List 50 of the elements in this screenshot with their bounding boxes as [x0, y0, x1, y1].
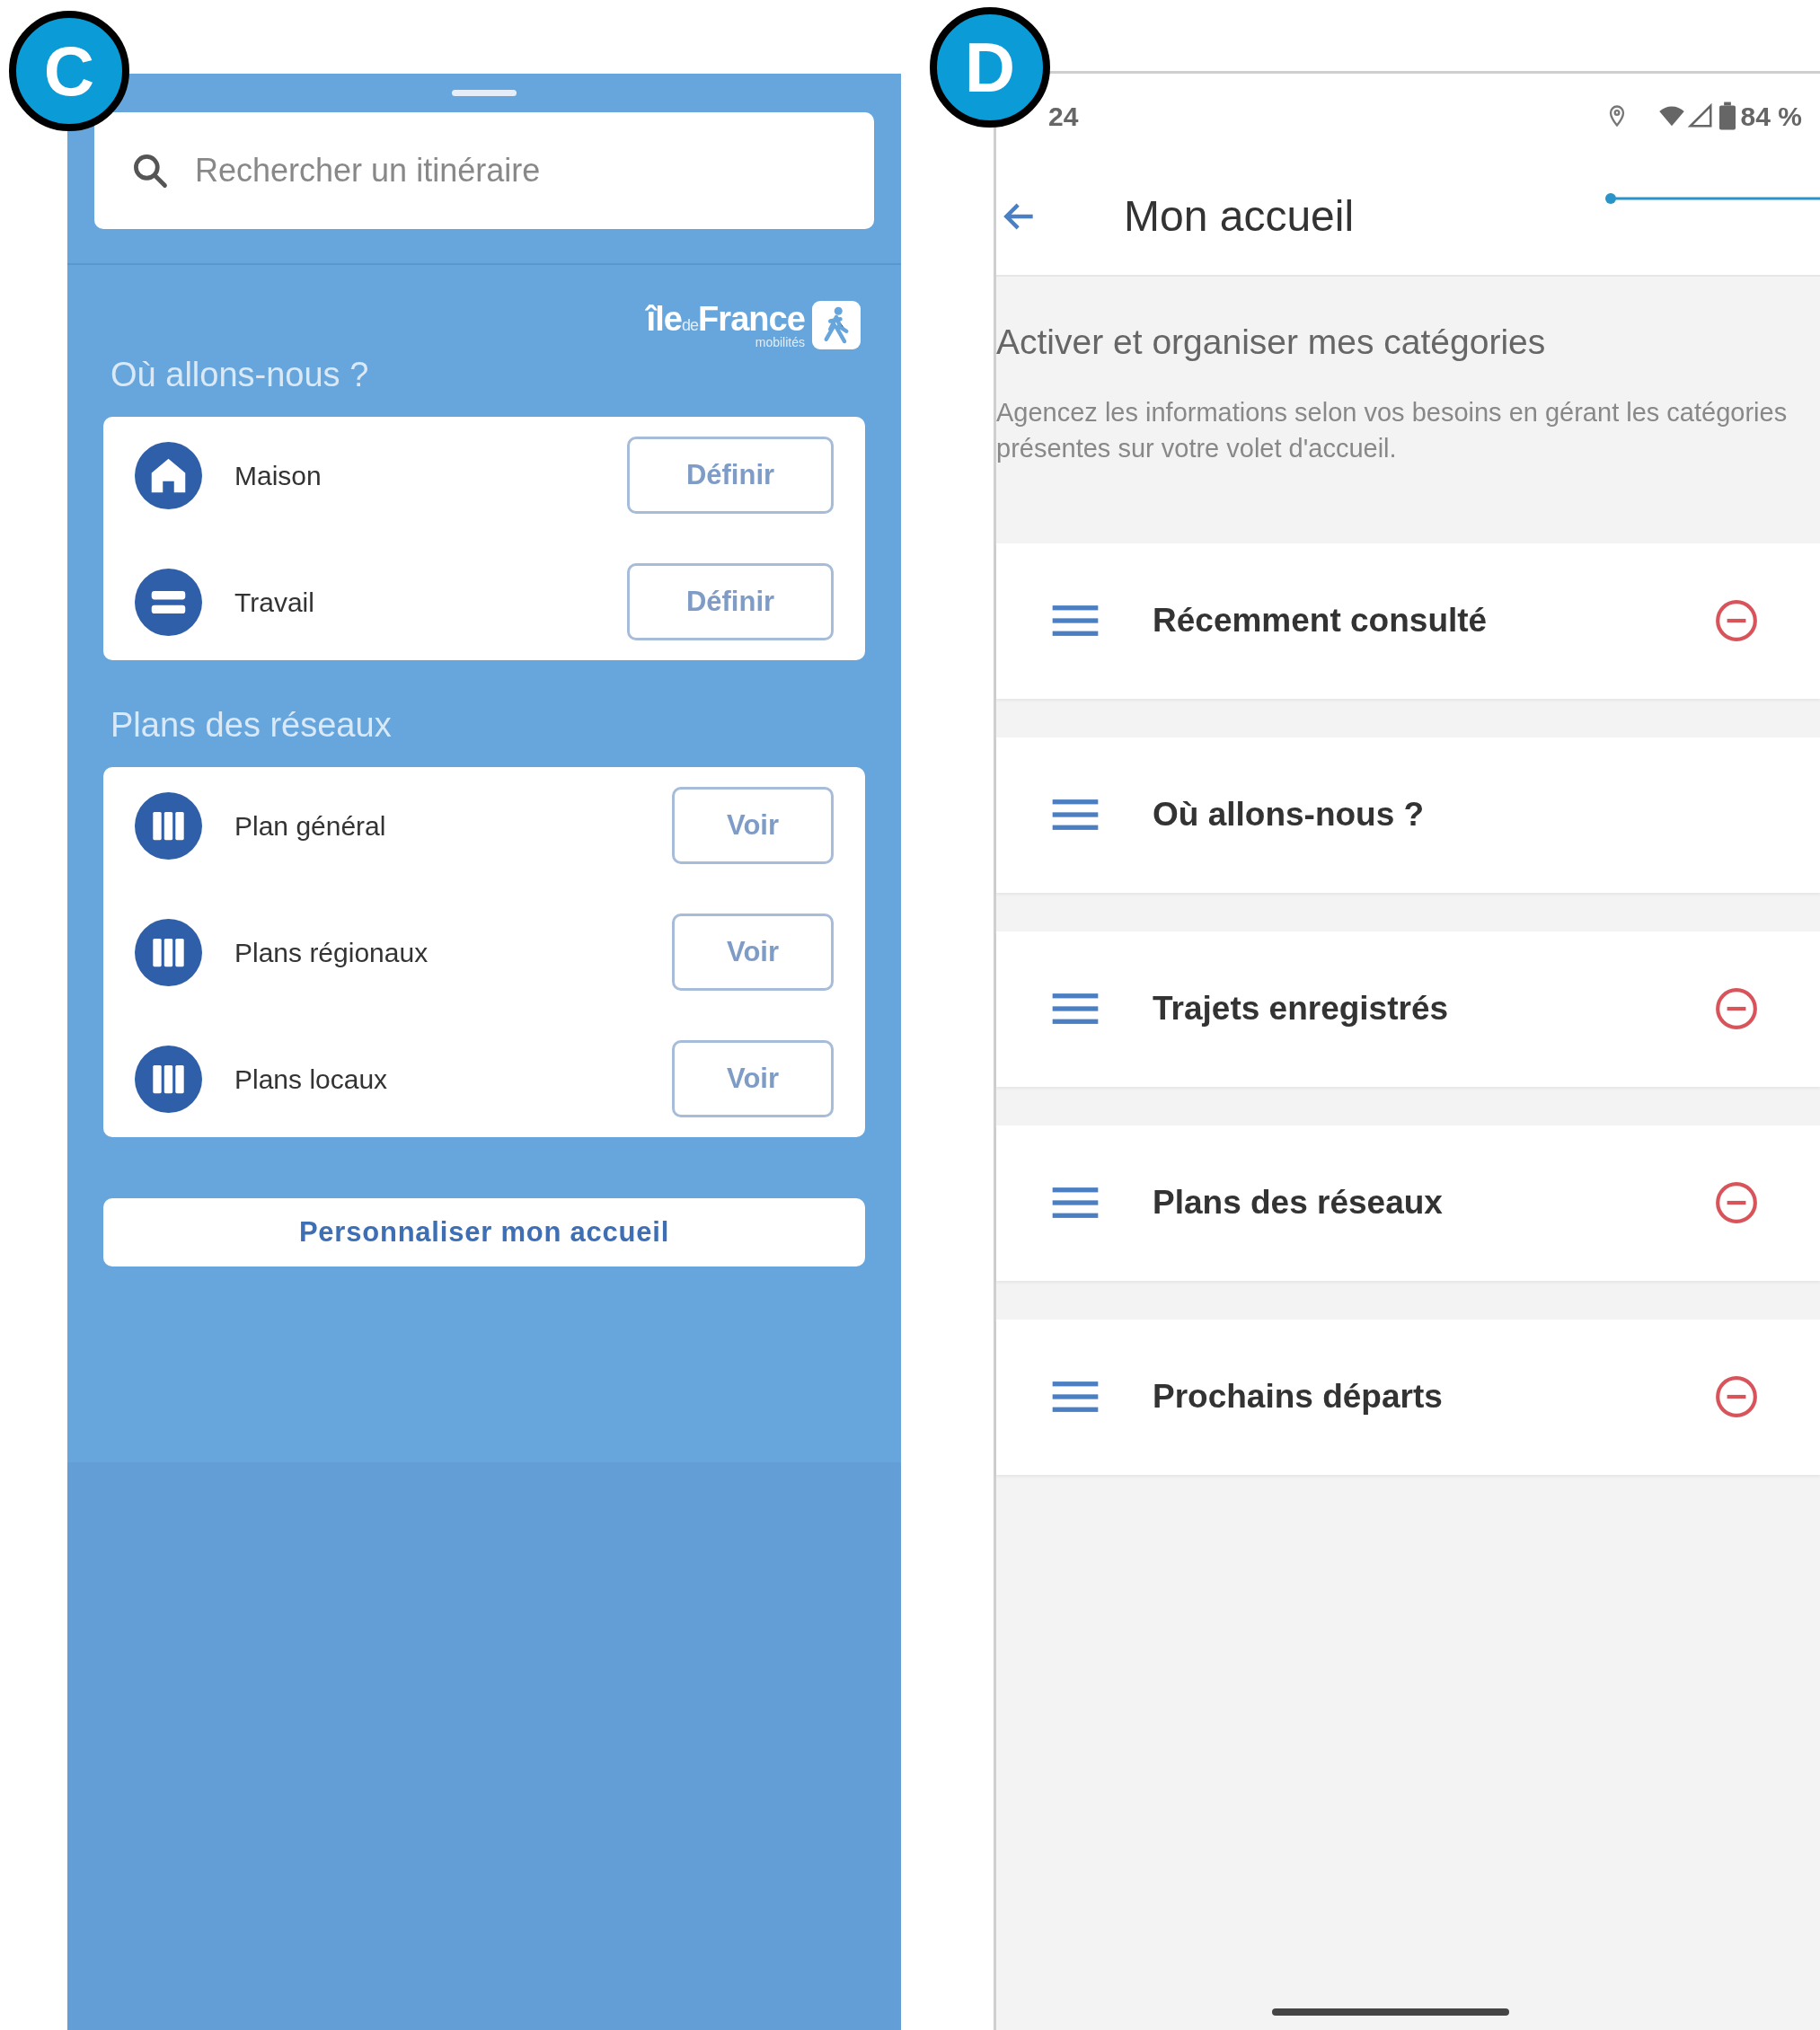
section-title: Où allons-nous ?: [110, 355, 369, 395]
customize-button[interactable]: Personnaliser mon accueil: [103, 1198, 865, 1267]
drag-handle-icon[interactable]: [1052, 1186, 1099, 1220]
house-icon: [135, 441, 202, 509]
drag-handle-icon[interactable]: [1052, 798, 1099, 832]
category-label: Trajets enregistrés: [1153, 989, 1450, 1029]
signal-icon: [1686, 102, 1714, 129]
category-row[interactable]: Récemment consulté: [996, 543, 1820, 699]
map-icon: [135, 918, 202, 986]
define-button[interactable]: Définir: [627, 563, 834, 640]
category-row[interactable]: Trajets enregistrés: [996, 931, 1820, 1087]
logo-wordmark: îledeFrance mobilités: [646, 302, 805, 349]
drag-handle-icon[interactable]: [1052, 604, 1099, 638]
panel-badge: C: [9, 11, 129, 131]
section-title: Activer et organiser mes catégories: [996, 322, 1547, 363]
remove-icon[interactable]: [1714, 986, 1759, 1031]
remove-icon[interactable]: [1714, 598, 1759, 643]
category-label: Plans des réseaux: [1153, 1183, 1444, 1223]
category-label: Prochains départs: [1153, 1377, 1444, 1417]
place-label: Travail: [234, 586, 315, 619]
walking-person-logo-icon: [812, 301, 861, 349]
map-icon: [135, 791, 202, 860]
search-field[interactable]: Rechercher un itinéraire: [94, 112, 874, 229]
place-label: Maison: [234, 459, 322, 492]
description-text: Agencez les informations selon vos besoins en gérant les catégories présentes sur votre volet d'accueil.: [996, 396, 1789, 464]
view-button[interactable]: Voir: [672, 1040, 834, 1117]
view-button[interactable]: Voir: [672, 914, 834, 991]
map-icon: [135, 1045, 202, 1113]
section-title: Plans des réseaux: [110, 705, 392, 746]
panel-badge: D: [930, 7, 1050, 128]
status-time: 24: [1048, 100, 1079, 133]
remove-icon[interactable]: [1714, 1374, 1759, 1419]
battery-percentage: 84 %: [1740, 100, 1802, 133]
view-button[interactable]: Voir: [672, 787, 834, 864]
category-row[interactable]: Où allons-nous ?: [996, 737, 1820, 893]
place-label: Plan général: [234, 809, 387, 843]
category-label: Récemment consulté: [1153, 601, 1489, 641]
remove-icon[interactable]: [1714, 1180, 1759, 1225]
battery-icon: [1718, 102, 1736, 130]
place-label: Plans locaux: [234, 1063, 389, 1096]
category-row[interactable]: Prochains départs: [996, 1319, 1820, 1475]
drag-handle-icon[interactable]: [1052, 992, 1099, 1026]
screen-title: Mon accueil: [1124, 191, 1355, 242]
drag-handle-icon[interactable]: [1052, 1380, 1099, 1414]
briefcase-icon: [135, 568, 202, 636]
category-row[interactable]: Plans des réseaux: [996, 1125, 1820, 1281]
category-label: Où allons-nous ?: [1153, 795, 1426, 835]
place-label: Plans régionaux: [234, 936, 429, 969]
define-button[interactable]: Définir: [627, 437, 834, 514]
drag-handle[interactable]: [452, 90, 517, 96]
